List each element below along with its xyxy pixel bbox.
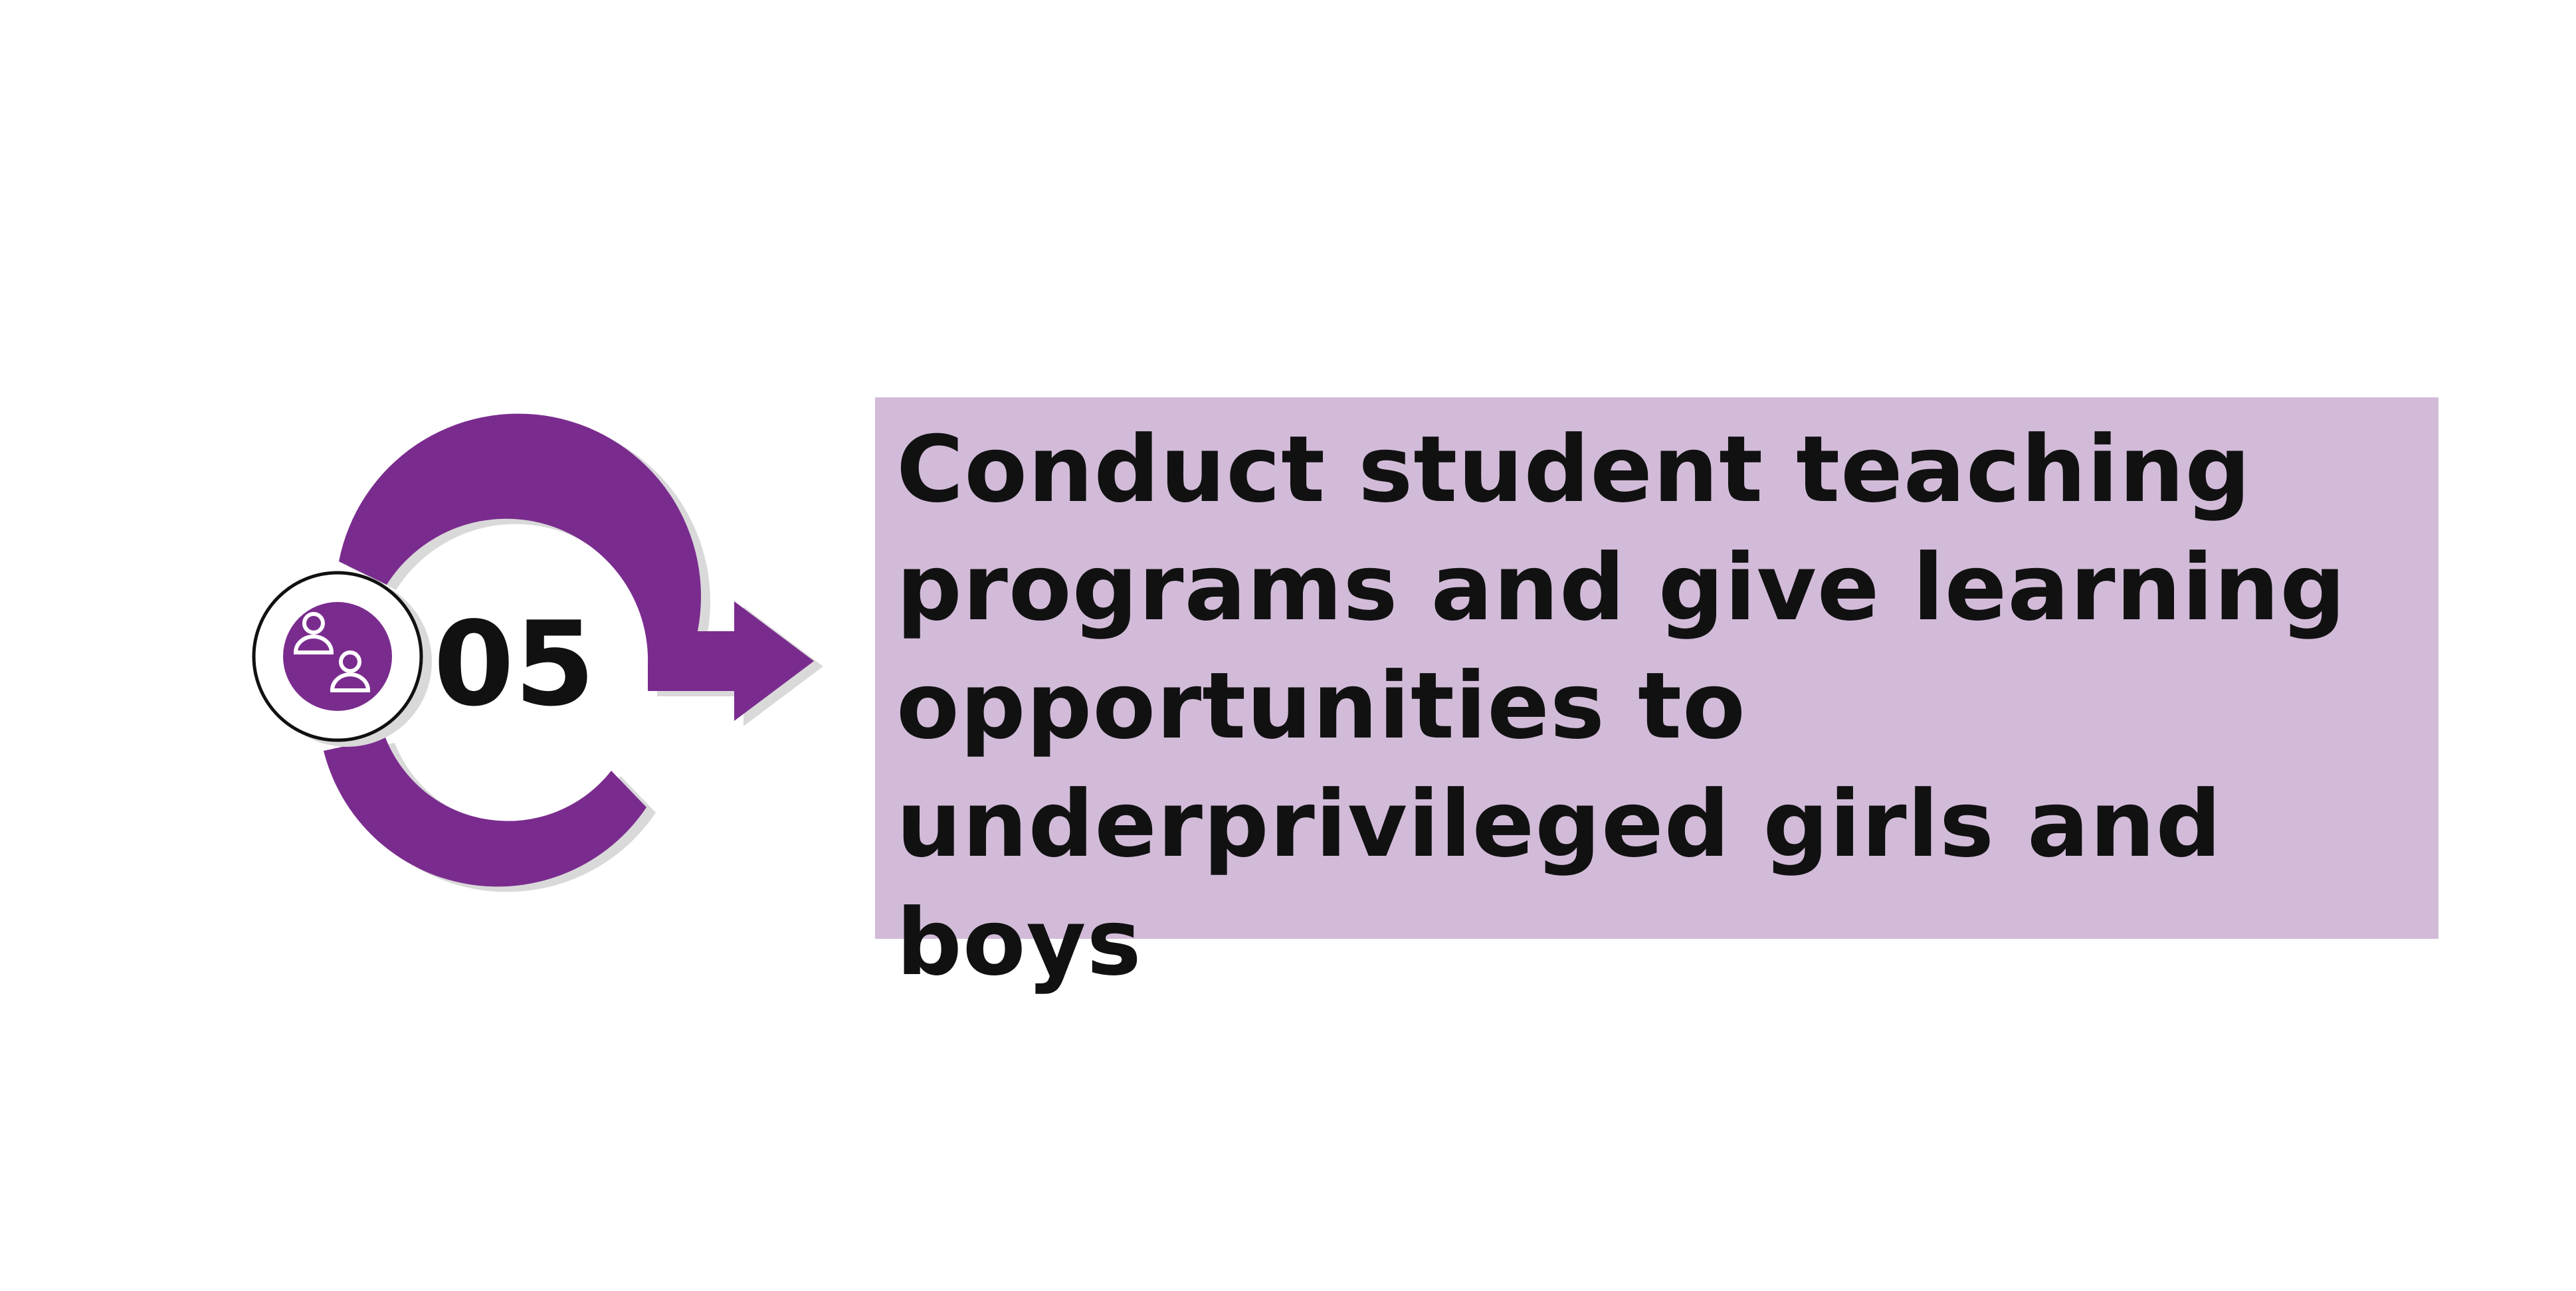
step-number: 05 [433,597,595,732]
step-text-box: Conduct student teaching programs and gi… [875,397,2438,996]
step-text: Conduct student teaching programs and gi… [896,416,2347,996]
icon-badge [252,571,423,742]
